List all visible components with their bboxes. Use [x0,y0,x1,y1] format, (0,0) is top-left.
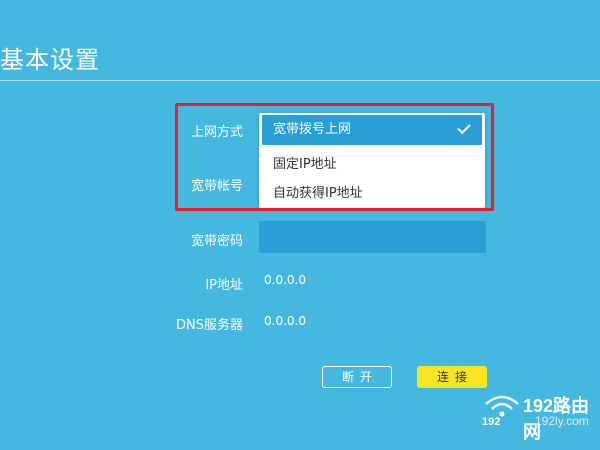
ip-value: 0.0.0.0 [264,273,306,287]
watermark: 192 192路由网 192ly.com [480,388,600,450]
title-divider [0,80,600,81]
highlight-annotation-box [175,103,494,211]
dns-value: 0.0.0.0 [264,314,306,328]
password-label: 宽带密码 [190,234,243,249]
dns-label: DNS服务器 [176,318,243,333]
page-title: 基本设置 [0,46,100,74]
watermark-number: 192 [482,416,501,428]
disconnect-button[interactable]: 断开 [322,366,392,388]
ip-label: IP地址 [205,278,243,293]
password-input[interactable] [259,221,486,253]
watermark-url: 192ly.com [535,414,589,428]
connect-button[interactable]: 连接 [417,366,487,388]
